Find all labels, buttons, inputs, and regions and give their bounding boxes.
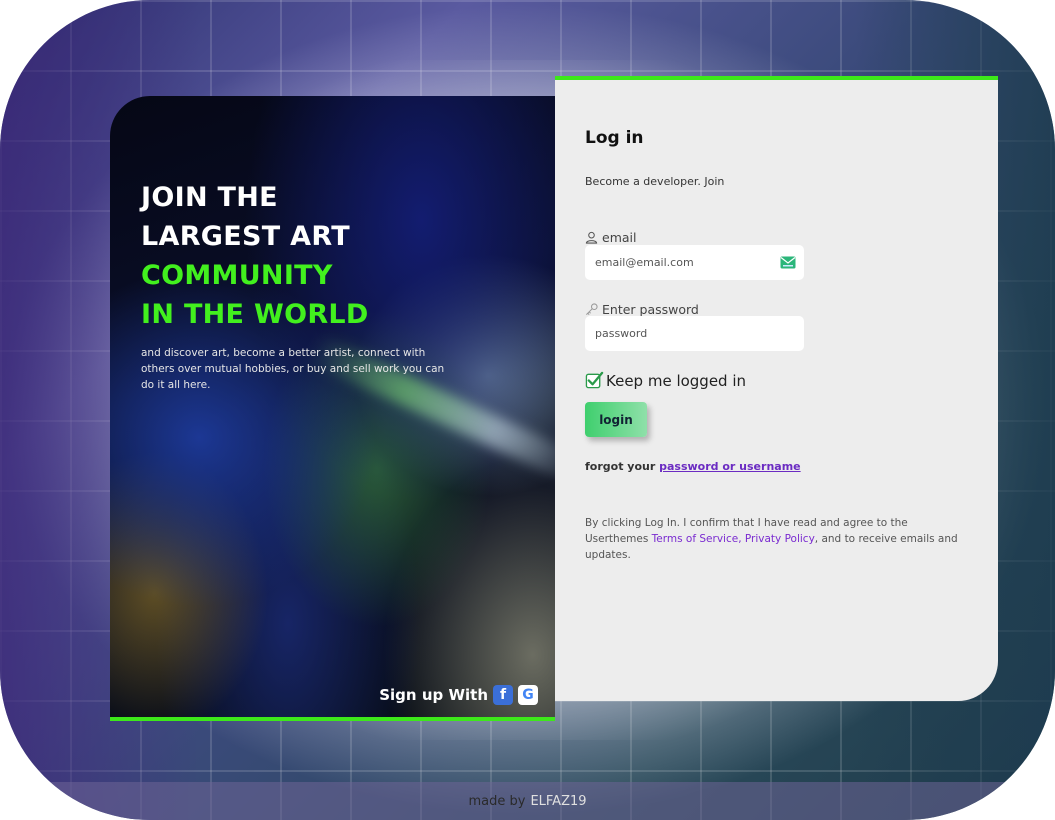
hero-title-line3: COMMUNITY [141, 260, 333, 291]
check-icon[interactable] [585, 371, 604, 390]
signup-label: Sign up With [379, 686, 488, 704]
keep-logged-in[interactable]: Keep me logged in [585, 371, 746, 390]
hero-title-line4: IN THE WORLD [141, 299, 369, 330]
google-icon[interactable]: G [518, 685, 538, 705]
privacy-policy-link[interactable]: Privaty Policy [745, 533, 815, 545]
keep-logged-in-label: Keep me logged in [606, 371, 747, 390]
password-label: Enter password [585, 302, 699, 317]
terms-text: By clicking Log In. I confirm that I hav… [585, 515, 960, 563]
hero-title-line2: LARGEST ART [141, 221, 350, 252]
terms-separator: , [738, 533, 742, 545]
email-label-text: email [602, 230, 637, 245]
hero-title-line1: JOIN THE [141, 182, 278, 213]
facebook-icon[interactable]: f [493, 685, 513, 705]
hero-description: and discover art, become a better artist… [141, 347, 445, 391]
login-title: Log in [585, 128, 644, 148]
mail-icon [780, 256, 796, 269]
footer: made by ELFAZ19 [0, 782, 1055, 820]
key-icon [586, 303, 598, 315]
login-panel: Log in Become a developer. Join email En… [555, 76, 998, 701]
forgot-text: forgot your password or username [585, 460, 801, 473]
login-button[interactable]: login [585, 402, 647, 437]
password-input[interactable] [585, 316, 804, 351]
forgot-link[interactable]: password or username [659, 460, 801, 473]
hero-panel: JOIN THE LARGEST ART COMMUNITY IN THE WO… [110, 96, 555, 721]
footer-made-by: made by [468, 793, 526, 809]
forgot-prefix: forgot your [585, 460, 656, 473]
login-subtitle: Become a developer. Join [585, 175, 725, 188]
footer-author: ELFAZ19 [530, 793, 587, 809]
password-label-text: Enter password [602, 302, 699, 317]
email-input[interactable] [585, 245, 804, 280]
signup-with: Sign up With f G [379, 685, 538, 705]
hero-title: JOIN THE LARGEST ART COMMUNITY IN THE WO… [141, 178, 501, 334]
email-label: email [585, 230, 636, 245]
user-icon [585, 231, 598, 244]
terms-of-service-link[interactable]: Terms of Service [652, 533, 739, 545]
